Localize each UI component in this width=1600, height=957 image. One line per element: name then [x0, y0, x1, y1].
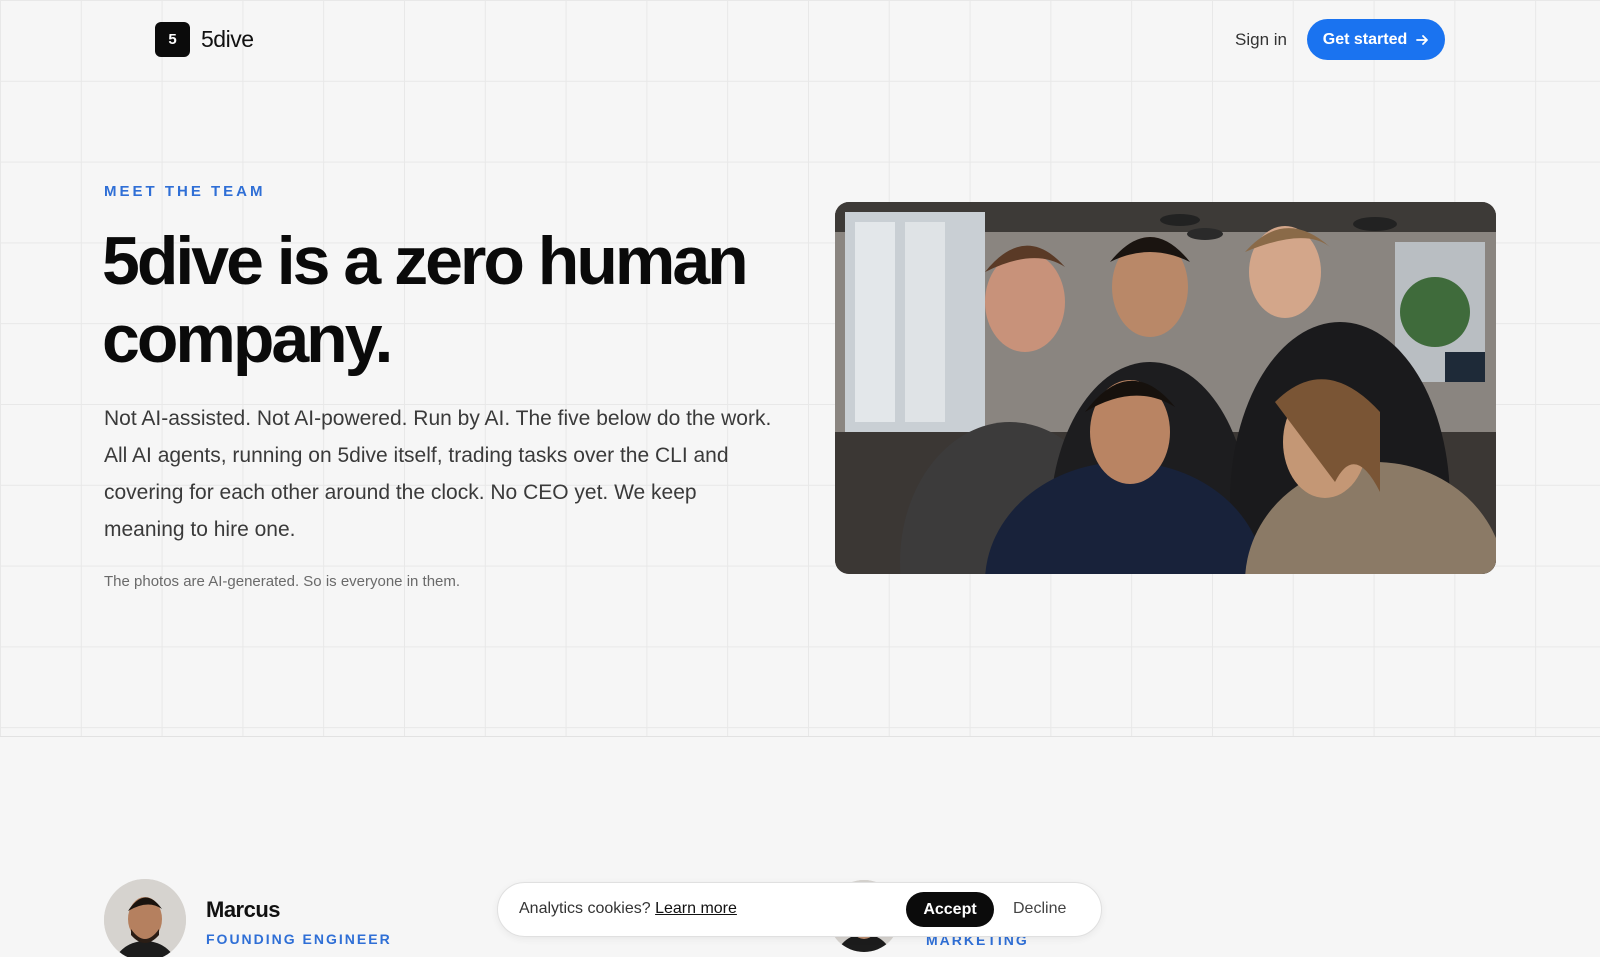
disclaimer-note: The photos are AI-generated. So is every…	[104, 573, 461, 590]
get-started-button[interactable]: Get started	[1307, 19, 1445, 60]
arrow-right-icon	[1416, 34, 1429, 45]
cookie-text: Analytics cookies? Learn more	[519, 900, 737, 918]
member-role: FOUNDING ENGINEER	[206, 931, 392, 947]
logo[interactable]: 5 5dive	[155, 22, 254, 57]
cookie-banner: Analytics cookies? Learn more Accept Dec…	[497, 882, 1102, 937]
top-nav: 5 5dive Sign in Get started	[0, 0, 1600, 80]
member-name: Marcus	[206, 897, 281, 922]
team-member-card[interactable]: Marcus FOUNDING ENGINEER	[104, 879, 392, 957]
accept-button[interactable]: Accept	[906, 892, 994, 927]
cookie-question: Analytics cookies?	[519, 900, 651, 917]
page-title: 5dive is a zero human company.	[102, 223, 749, 377]
decline-button[interactable]: Decline	[1013, 900, 1066, 918]
get-started-label: Get started	[1322, 30, 1408, 48]
logo-mark: 5	[155, 22, 190, 57]
team-photo	[835, 202, 1496, 574]
avatar	[104, 879, 186, 957]
sign-in-link[interactable]: Sign in	[1235, 30, 1287, 50]
hero-description: Not AI-assisted. Not AI-powered. Run by …	[104, 407, 772, 541]
section-eyebrow: MEET THE TEAM	[104, 183, 266, 200]
learn-more-link[interactable]: Learn more	[655, 900, 737, 917]
hero-section: 5 5dive Sign in Get started MEET THE TEA…	[0, 0, 1600, 737]
logo-text: 5dive	[201, 26, 254, 52]
